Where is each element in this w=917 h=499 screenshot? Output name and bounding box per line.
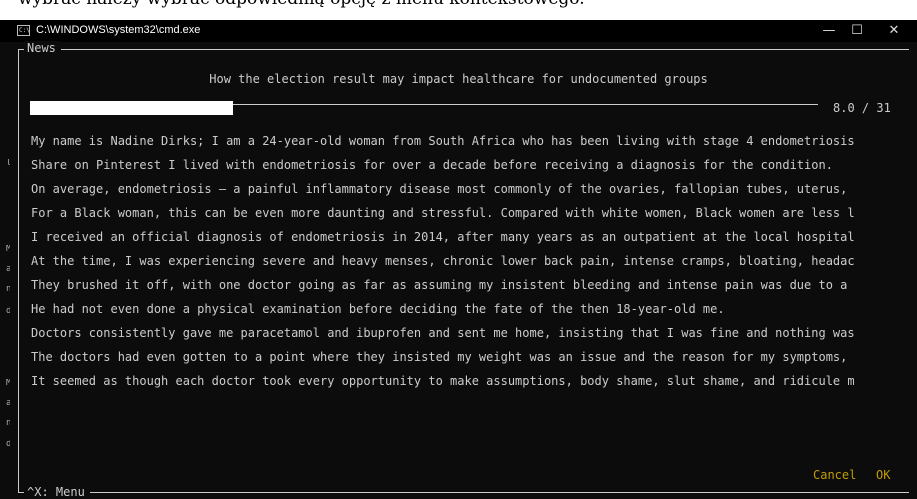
cmd-app-icon: C:\ — [17, 25, 30, 36]
gutter-mark: M — [6, 379, 10, 388]
article-line: On average, endometriosis — a painful in… — [31, 182, 848, 196]
article-line: He had not even done a physical examinat… — [31, 302, 725, 316]
gutter-mark: l — [6, 159, 10, 168]
article-line: It seemed as though each doctor took eve… — [31, 374, 855, 388]
gutter-mark: n — [6, 419, 10, 428]
article-line: Doctors consistently gave me paracetamol… — [31, 326, 855, 340]
window-title: C:\WINDOWS\system32\cmd.exe — [36, 24, 201, 36]
article-line: My name is Nadine Dirks; I am a 24-year-… — [31, 134, 855, 148]
gutter-mark: n — [6, 285, 10, 294]
progress-fill — [30, 101, 233, 115]
close-button[interactable]: ✕ — [876, 20, 912, 42]
article-line: The doctors had even gotten to a point w… — [31, 350, 848, 364]
title-bar[interactable]: C:\ C:\WINDOWS\system32\cmd.exe — ☐ ✕ — [0, 20, 917, 42]
article-line: Share on Pinterest I lived with endometr… — [31, 158, 833, 172]
cancel-button[interactable]: Cancel — [813, 468, 856, 482]
article-lines[interactable]: My name is Nadine Dirks; I am a 24-year-… — [31, 134, 893, 398]
gutter-mark: d — [6, 307, 10, 316]
article-line: For a Black woman, this can be even more… — [31, 206, 855, 220]
gutter-mark: a — [6, 265, 10, 274]
left-gutter: l M a n d M a n d — [0, 42, 10, 497]
article-line: I received an official diagnosis of endo… — [31, 230, 855, 244]
background-window-strip: wybrać należy wybrać odpowiednią opcję z… — [0, 0, 917, 20]
article-line: They brushed it off, with one doctor goi… — [31, 278, 848, 292]
background-text: wybrać należy wybrać odpowiednią opcję z… — [18, 0, 585, 9]
gutter-mark: M — [6, 245, 10, 254]
article-heading: How the election result may impact healt… — [209, 72, 708, 86]
ok-button[interactable]: OK — [876, 468, 890, 482]
progress-text: 8.0 / 31 — [833, 101, 891, 115]
gutter-mark: a — [6, 399, 10, 408]
article-line: At the time, I was experiencing severe a… — [31, 254, 855, 268]
gutter-mark: d — [6, 440, 10, 449]
maximize-button[interactable]: ☐ — [839, 20, 875, 42]
panel-label: News — [24, 41, 61, 55]
